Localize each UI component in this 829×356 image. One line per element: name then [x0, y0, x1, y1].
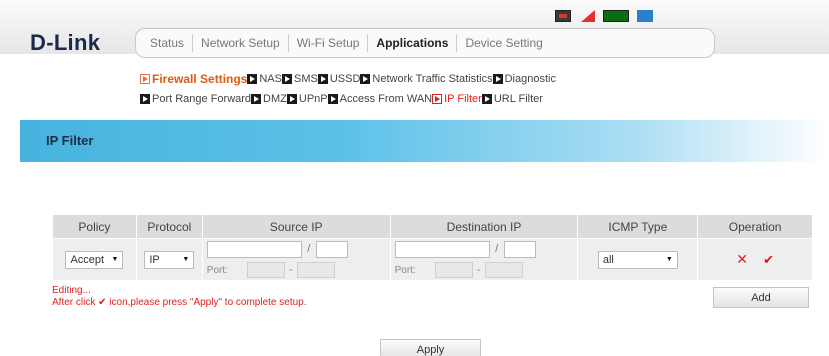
source-ip-cell: / Port: - [201, 238, 391, 281]
arrow-box-icon [286, 94, 297, 104]
delete-icon[interactable]: ✕ [736, 251, 748, 267]
dlink-logo: D-Link [30, 30, 101, 55]
destination-ip-input[interactable] [394, 240, 490, 258]
sim-card-icon [555, 10, 571, 22]
nav-wifi-setup[interactable]: Wi-Fi Setup [287, 34, 368, 52]
icmp-type-select[interactable]: all ▼ [597, 250, 678, 269]
header-operation: Operation [697, 214, 813, 239]
battery-icon [603, 10, 629, 22]
submenu-upnp[interactable]: UPnP [286, 93, 328, 105]
protocol-cell: IP ▼ [135, 238, 203, 281]
apply-button[interactable]: Apply [380, 339, 481, 356]
submenu-network-traffic-statistics[interactable]: Network Traffic Statistics [360, 73, 493, 85]
destination-port-end-input[interactable] [484, 262, 523, 278]
user-icon [637, 10, 653, 22]
no-signal-icon [579, 10, 595, 22]
submenu-nas[interactable]: NAS [247, 73, 282, 85]
submenu-port-range-forward[interactable]: Port Range Forward [140, 93, 251, 105]
main-nav: Status Network Setup Wi-Fi Setup Applica… [135, 28, 715, 58]
source-port-end-input[interactable] [296, 262, 335, 278]
destination-port-start-input[interactable] [434, 262, 473, 278]
header-protocol: Protocol [135, 214, 203, 239]
submenu-ip-filter[interactable]: IP Filter [432, 93, 482, 105]
editing-notes: Editing... After click ✔ icon,please pre… [52, 285, 307, 309]
page-title: IP Filter [46, 133, 94, 148]
status-icons [555, 9, 653, 23]
submenu-diagnostic[interactable]: Diagnostic [492, 73, 556, 85]
destination-port-label: Port: [394, 264, 416, 276]
dropdown-arrow-icon: ▼ [182, 256, 190, 263]
table-row: Accept ▼ IP ▼ / Port: - / Port: - all ▼ … [52, 238, 813, 281]
destination-mask-input[interactable] [503, 240, 536, 258]
nav-network-setup[interactable]: Network Setup [192, 34, 288, 52]
header-destination-ip: Destination IP [389, 214, 579, 239]
apply-hint: After click ✔ icon,please press "Apply" … [52, 297, 307, 308]
submenu-firewall-settings[interactable]: Firewall Settings [140, 72, 247, 86]
dropdown-arrow-icon: ▼ [665, 256, 673, 263]
arrow-box-icon [432, 94, 443, 104]
arrow-box-icon [360, 74, 371, 84]
header-icmp-type: ICMP Type [577, 214, 699, 239]
editing-status: Editing... [52, 285, 91, 296]
sub-menu-row-2: Port Range Forward DMZ UPnP Access From … [140, 91, 556, 107]
arrow-box-icon [317, 74, 328, 84]
sub-menu: Firewall Settings NAS SMS USSD Network T… [140, 71, 556, 107]
policy-cell: Accept ▼ [52, 238, 137, 281]
submenu-sms[interactable]: SMS [281, 73, 318, 85]
nav-applications[interactable]: Applications [367, 34, 456, 52]
sub-menu-row-1: Firewall Settings NAS SMS USSD Network T… [140, 71, 556, 87]
arrow-box-icon [140, 74, 150, 84]
dropdown-arrow-icon: ▼ [111, 256, 119, 263]
source-port-label: Port: [206, 264, 228, 276]
arrow-box-icon [281, 74, 292, 84]
add-button[interactable]: Add [713, 287, 809, 308]
submenu-url-filter[interactable]: URL Filter [481, 93, 543, 105]
top-header: D-Link Status Network Setup Wi-Fi Setup … [0, 0, 829, 58]
policy-select[interactable]: Accept ▼ [65, 250, 124, 269]
arrow-box-icon [251, 94, 262, 104]
check-icon: ✔ [98, 297, 107, 308]
submenu-dmz[interactable]: DMZ [251, 93, 287, 105]
arrow-box-icon [327, 94, 338, 104]
header-source-ip: Source IP [201, 214, 391, 239]
nav-status[interactable]: Status [142, 34, 192, 52]
page-title-band: IP Filter [20, 120, 829, 162]
confirm-check-icon[interactable]: ✔ [763, 252, 774, 267]
submenu-ussd[interactable]: USSD [317, 73, 360, 85]
arrow-box-icon [481, 94, 492, 104]
source-ip-input[interactable] [206, 240, 302, 258]
table-header-row: Policy Protocol Source IP Destination IP… [52, 214, 813, 239]
operation-cell: ✕ ✔ [697, 238, 813, 281]
submenu-access-from-wan[interactable]: Access From WAN [327, 93, 432, 105]
protocol-select[interactable]: IP ▼ [144, 250, 195, 269]
nav-device-setting[interactable]: Device Setting [456, 34, 550, 52]
arrow-box-icon [140, 94, 150, 104]
source-port-start-input[interactable] [246, 262, 285, 278]
destination-ip-cell: / Port: - [389, 238, 579, 281]
ip-filter-table: Policy Protocol Source IP Destination IP… [52, 214, 813, 281]
source-mask-input[interactable] [315, 240, 348, 258]
header-policy: Policy [52, 214, 137, 239]
arrow-box-icon [247, 74, 258, 84]
icmp-type-cell: all ▼ [577, 238, 699, 281]
arrow-box-icon [492, 74, 503, 84]
